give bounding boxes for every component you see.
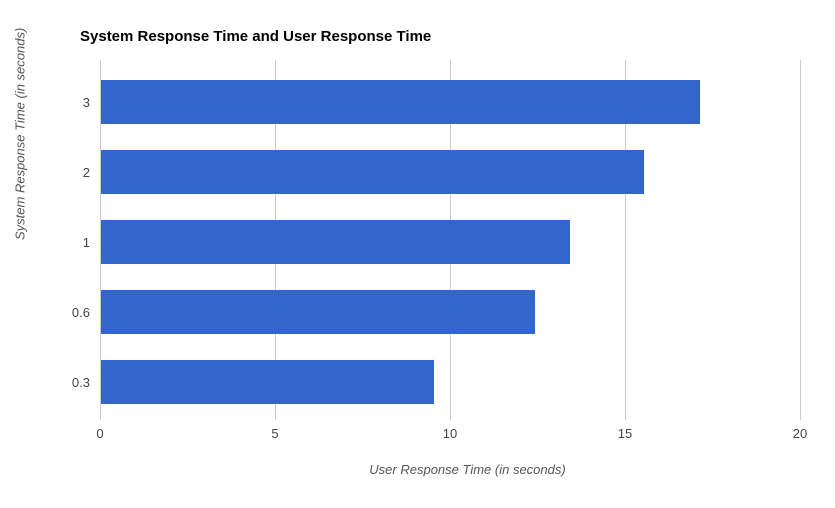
bar — [101, 290, 535, 334]
bar-row — [101, 80, 700, 124]
y-tick-label: 0.3 — [40, 375, 90, 390]
bar-row — [101, 290, 535, 334]
plot-right-border — [800, 60, 801, 420]
y-tick-label: 2 — [40, 165, 90, 180]
bar — [101, 220, 570, 264]
bar-row — [101, 150, 644, 194]
chart-title: System Response Time and User Response T… — [80, 28, 431, 45]
bar — [101, 80, 700, 124]
bar — [101, 150, 644, 194]
x-axis-label-text: User Response Time (in seconds) — [118, 462, 818, 477]
bar-row — [101, 220, 570, 264]
x-tick-label: 15 — [610, 426, 640, 441]
y-tick-label: 1 — [40, 235, 90, 250]
x-tick-label: 20 — [785, 426, 815, 441]
bar-row — [101, 360, 434, 404]
bar-chart: System Response Time and User Response T… — [0, 0, 835, 508]
x-tick-label: 5 — [260, 426, 290, 441]
plot-area — [100, 60, 800, 420]
y-tick-label: 3 — [40, 95, 90, 110]
x-axis-label: User Response Time (in seconds) — [0, 462, 835, 477]
y-tick-label: 0.6 — [40, 305, 90, 320]
x-tick-label: 0 — [85, 426, 115, 441]
x-tick-label: 10 — [435, 426, 465, 441]
y-axis-label: System Response Time (in seconds) — [13, 28, 28, 240]
bar — [101, 360, 434, 404]
